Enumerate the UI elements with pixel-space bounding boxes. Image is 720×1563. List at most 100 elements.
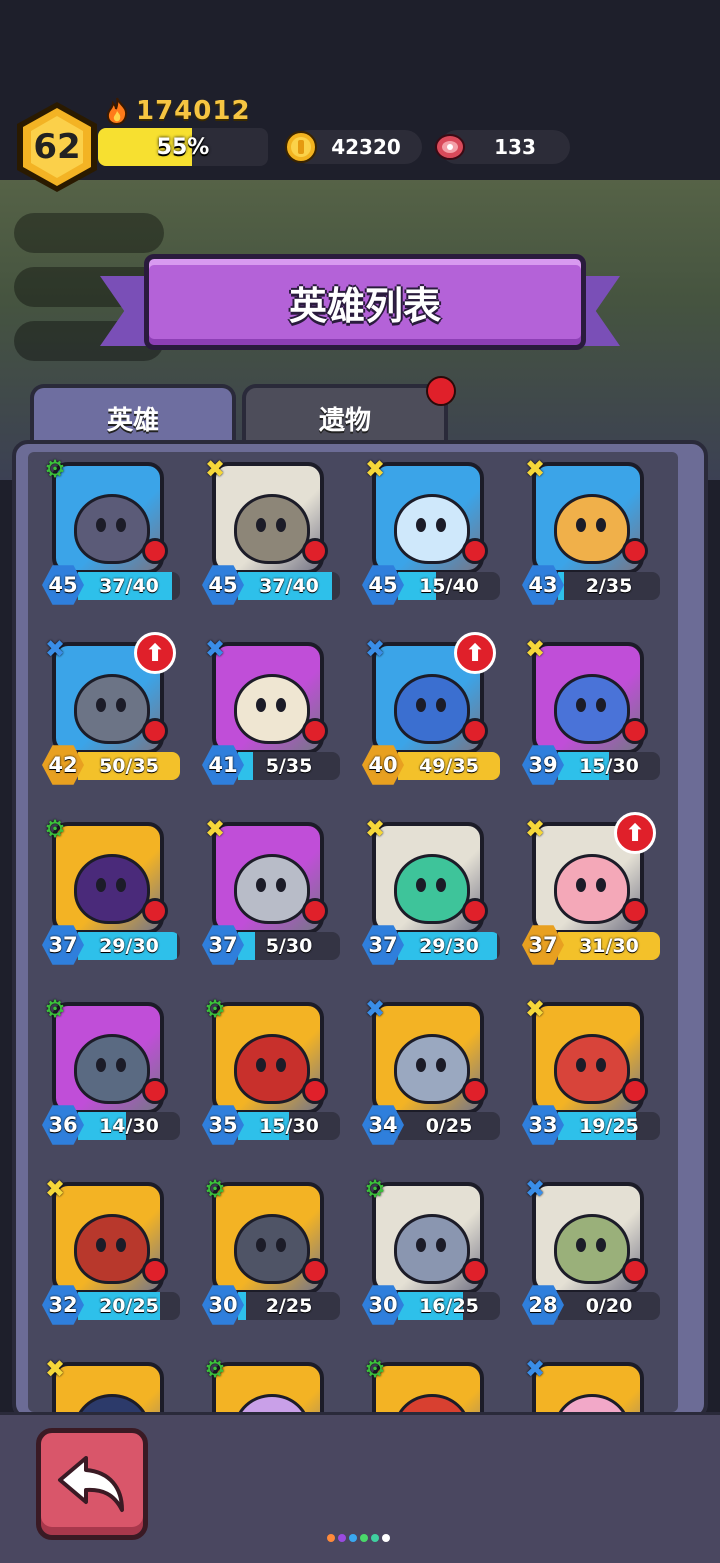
hero-eye: [576, 518, 586, 532]
hero-portrait: [394, 1394, 470, 1412]
hero-card[interactable]: ⚙ 14/30 36: [36, 992, 180, 1152]
hero-portrait: [234, 1394, 310, 1412]
blue-crossbones-icon: ✖: [44, 635, 66, 663]
relics-notification-dot: [426, 376, 456, 406]
hero-shard-count: 29/30: [419, 935, 479, 957]
coin-value: 42320: [331, 135, 401, 159]
upgrade-arrow-icon[interactable]: ⬆: [454, 632, 496, 674]
hero-notification-dot: [302, 1078, 328, 1104]
page-dot: [382, 1534, 390, 1542]
hero-portrait: [394, 854, 470, 924]
player-level-badge[interactable]: 62: [14, 100, 100, 194]
hero-notification-dot: [622, 718, 648, 744]
hero-card[interactable]: ✖ 29/30 37: [356, 812, 500, 972]
hero-eye: [596, 698, 606, 712]
hero-card[interactable]: ✖ 37/40 45: [196, 452, 340, 612]
hero-shard-count: 15/30: [579, 755, 639, 777]
hero-eye: [276, 1238, 286, 1252]
hero-notification-dot: [302, 718, 328, 744]
hero-eye: [276, 1058, 286, 1072]
green-skull-gear-icon: ⚙: [364, 1175, 386, 1203]
upgrade-arrow-icon[interactable]: ⬆: [134, 632, 176, 674]
blue-crossbones-icon: ✖: [524, 1175, 546, 1203]
hero-portrait: [554, 1394, 630, 1412]
hero-card[interactable]: ✖ ⬆ 50/35 42: [36, 632, 180, 792]
hero-card[interactable]: ✖ 2/35 43: [516, 452, 660, 612]
hero-card[interactable]: ✖: [36, 1352, 180, 1412]
hero-portrait: [234, 494, 310, 564]
hero-card[interactable]: ⚙ 16/25 30: [356, 1172, 500, 1332]
hero-eye: [256, 518, 266, 532]
hero-card[interactable]: ✖ ⬆ 31/30 37: [516, 812, 660, 972]
hero-portrait: [554, 494, 630, 564]
meat-icon: [435, 134, 465, 160]
hero-shard-progress: 37/40: [78, 572, 180, 600]
hero-notification-dot: [462, 718, 488, 744]
hero-shard-progress: 19/25: [558, 1112, 660, 1140]
hero-portrait: [74, 494, 150, 564]
hero-grid[interactable]: ⚙ 37/40 45 ✖ 37/40 45 ✖ 15/40 45 ✖ 2/35 43 ✖ ⬆ 50/35 42…: [28, 452, 678, 1412]
hero-shard-count: 5/35: [265, 755, 313, 777]
flame-icon: [106, 97, 128, 125]
hero-card[interactable]: ⚙ 37/40 45: [36, 452, 180, 612]
hero-eye: [576, 1058, 586, 1072]
hero-shard-progress: 0/25: [398, 1112, 500, 1140]
hero-card[interactable]: ✖ 0/20 28: [516, 1172, 660, 1332]
back-button[interactable]: [36, 1428, 148, 1540]
hero-card[interactable]: ✖ 5/30 37: [196, 812, 340, 972]
page-indicator: [327, 1534, 390, 1542]
hero-portrait: [394, 1034, 470, 1104]
hero-portrait: [554, 854, 630, 924]
meat-value: 133: [494, 135, 536, 159]
hero-shard-progress: 20/25: [78, 1292, 180, 1320]
hero-card[interactable]: ✖ 15/40 45: [356, 452, 500, 612]
hero-shard-count: 49/35: [419, 755, 479, 777]
hero-eye: [416, 1238, 426, 1252]
hero-shard-progress: 49/35: [398, 752, 500, 780]
hero-shard-progress: 16/25: [398, 1292, 500, 1320]
hero-card[interactable]: ✖ ⬆ 49/35 40: [356, 632, 500, 792]
hero-eye: [576, 698, 586, 712]
hero-eye: [416, 878, 426, 892]
hero-portrait: [394, 1214, 470, 1284]
yellow-crossbones-icon: ✖: [204, 815, 226, 843]
hero-portrait: [554, 1034, 630, 1104]
yellow-crossbones-icon: ✖: [364, 455, 386, 483]
hero-notification-dot: [462, 538, 488, 564]
green-skull-gear-icon: ⚙: [204, 1355, 226, 1383]
hero-card[interactable]: ✖ 5/35 41: [196, 632, 340, 792]
hero-card[interactable]: ✖ 0/25 34: [356, 992, 500, 1152]
upgrade-arrow-icon[interactable]: ⬆: [614, 812, 656, 854]
hero-eye: [576, 1238, 586, 1252]
hero-eye: [96, 1238, 106, 1252]
tab-heroes[interactable]: 英雄: [30, 384, 236, 448]
hero-portrait: [74, 1034, 150, 1104]
tab-relics[interactable]: 遗物: [242, 384, 448, 448]
hero-eye: [436, 518, 446, 532]
green-skull-gear-icon: ⚙: [44, 995, 66, 1023]
hero-eye: [276, 518, 286, 532]
power-display: 174012: [104, 96, 251, 126]
hero-eye: [416, 1058, 426, 1072]
hero-shard-progress: 29/30: [398, 932, 500, 960]
hero-card[interactable]: ⚙ 15/30 35: [196, 992, 340, 1152]
hero-card[interactable]: ⚙ 29/30 37: [36, 812, 180, 972]
hero-portrait: [554, 1214, 630, 1284]
hero-notification-dot: [462, 1258, 488, 1284]
page-title: 英雄列表: [288, 283, 441, 328]
hero-card[interactable]: ⚙ 2/25 30: [196, 1172, 340, 1332]
back-arrow-icon: [58, 1456, 124, 1512]
hero-shard-count: 16/25: [419, 1295, 479, 1317]
hero-card[interactable]: ✖ 19/25 33: [516, 992, 660, 1152]
hero-shard-count: 31/30: [579, 935, 639, 957]
hero-card[interactable]: ⚙: [196, 1352, 340, 1412]
hero-card[interactable]: ✖ 15/30 39: [516, 632, 660, 792]
hero-card[interactable]: ⚙: [356, 1352, 500, 1412]
hero-shard-count: 0/20: [585, 1295, 633, 1317]
hero-portrait: [74, 854, 150, 924]
hero-card[interactable]: ✖ 20/25 32: [36, 1172, 180, 1332]
hero-eye: [416, 518, 426, 532]
hero-card[interactable]: ✖: [516, 1352, 660, 1412]
page-dot: [338, 1534, 346, 1542]
hero-notification-dot: [622, 898, 648, 924]
